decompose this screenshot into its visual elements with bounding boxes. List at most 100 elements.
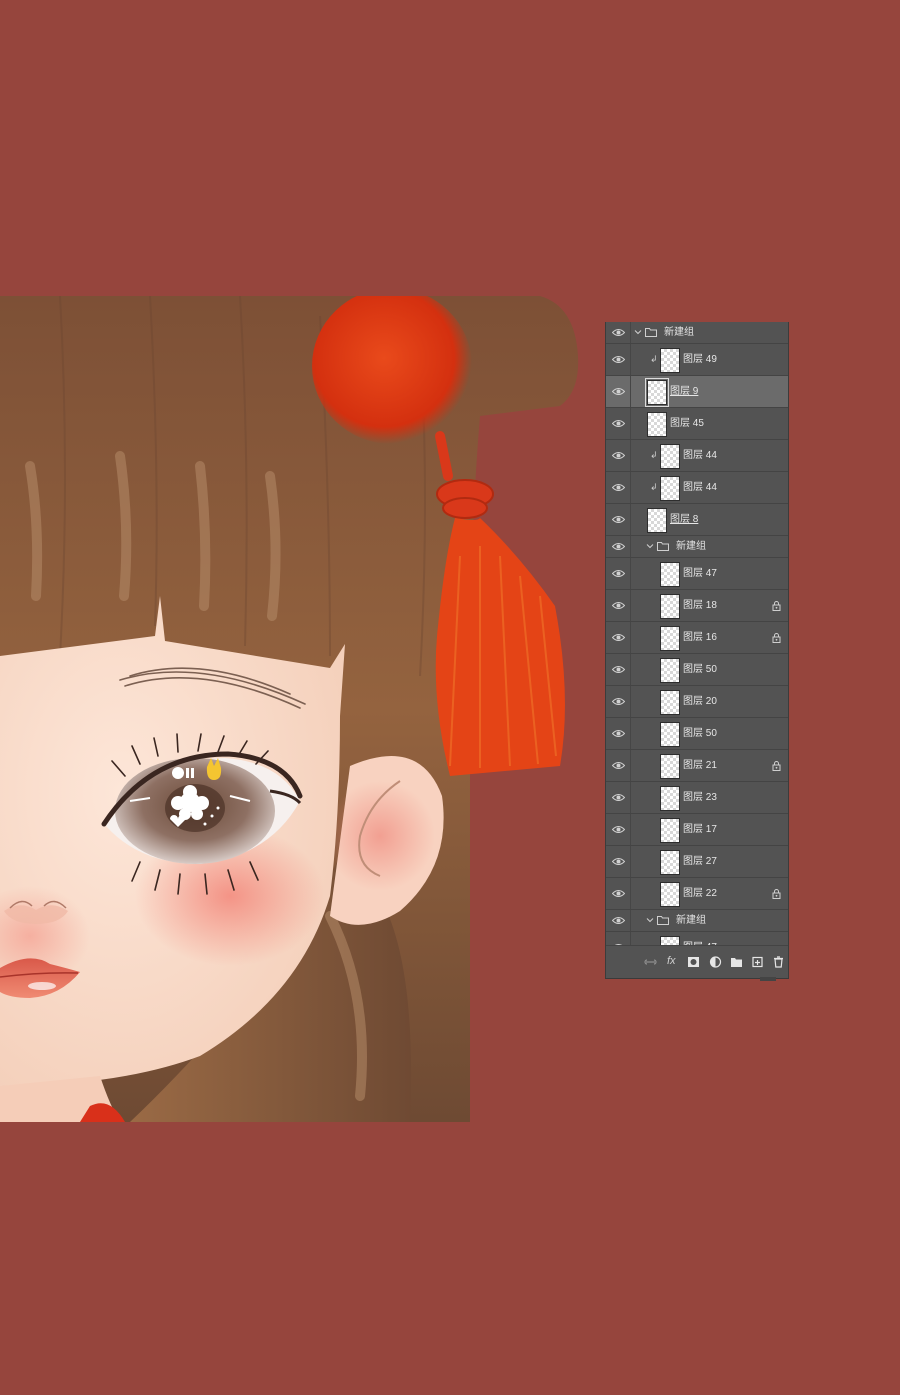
layer-row[interactable]: 图层 8 <box>606 504 788 536</box>
layer-row[interactable]: 图层 9 <box>606 376 788 408</box>
lock-icon <box>772 600 781 611</box>
row-divider <box>630 472 631 503</box>
layer-row[interactable]: ↲ 图层 49 <box>606 344 788 376</box>
eye-icon[interactable] <box>612 419 625 428</box>
lock-icon <box>772 888 781 899</box>
layer-name: 图层 9 <box>670 385 699 397</box>
row-divider <box>630 878 631 909</box>
layer-name: 图层 23 <box>683 791 717 803</box>
layer-row[interactable]: 图层 22 <box>606 878 788 910</box>
eye-icon[interactable] <box>612 601 625 610</box>
layer-thumbnail[interactable] <box>660 850 680 875</box>
row-divider <box>630 782 631 813</box>
layer-name: 图层 50 <box>683 663 717 675</box>
eye-icon[interactable] <box>612 515 625 524</box>
layer-name: 图层 16 <box>683 631 717 643</box>
layer-thumbnail[interactable] <box>660 690 680 715</box>
folder-icon <box>657 541 669 551</box>
layer-thumbnail[interactable] <box>660 754 680 779</box>
layer-row[interactable]: 图层 50 <box>606 654 788 686</box>
layer-list: 新建组 ↲ 图层 49 图层 9 图层 45 ↲ 图层 44 ↲ 图层 44 图层 8 新建组 图层 … <box>606 322 788 964</box>
layer-thumbnail[interactable] <box>660 476 680 501</box>
new-layer-icon[interactable] <box>751 956 764 968</box>
eye-icon[interactable] <box>612 451 625 460</box>
layer-row[interactable]: 图层 45 <box>606 408 788 440</box>
chevron-down-icon[interactable] <box>646 542 654 550</box>
layer-name: 图层 44 <box>683 481 717 493</box>
layer-thumbnail[interactable] <box>660 562 680 587</box>
layer-name: 图层 44 <box>683 449 717 461</box>
row-divider <box>630 590 631 621</box>
layer-name: 新建组 <box>664 326 694 338</box>
layer-group-row[interactable]: 新建组 <box>606 536 788 558</box>
layer-thumbnail[interactable] <box>647 412 667 437</box>
eye-icon[interactable] <box>612 355 625 364</box>
eye-icon[interactable] <box>612 633 625 642</box>
eye-icon[interactable] <box>612 387 625 396</box>
layer-row[interactable]: 图层 17 <box>606 814 788 846</box>
link-icon[interactable] <box>644 956 657 968</box>
eye-icon[interactable] <box>612 825 625 834</box>
layer-row[interactable]: 图层 18 <box>606 590 788 622</box>
eye-icon[interactable] <box>612 569 625 578</box>
eye-icon[interactable] <box>612 729 625 738</box>
layer-name: 图层 22 <box>683 887 717 899</box>
layer-group-row[interactable]: 新建组 <box>606 910 788 932</box>
layer-row[interactable]: ↲ 图层 44 <box>606 440 788 472</box>
eye-icon[interactable] <box>612 483 625 492</box>
chevron-down-icon[interactable] <box>646 916 654 924</box>
layer-thumbnail[interactable] <box>645 378 669 407</box>
layer-row[interactable]: 图层 23 <box>606 782 788 814</box>
layer-thumbnail[interactable] <box>660 658 680 683</box>
eye-icon[interactable] <box>612 761 625 770</box>
clipping-arrow-icon: ↲ <box>650 449 658 460</box>
layer-thumbnail[interactable] <box>660 722 680 747</box>
adjustment-icon[interactable] <box>709 956 722 968</box>
new-group-icon[interactable] <box>730 956 743 968</box>
row-divider <box>630 322 631 343</box>
row-divider <box>630 654 631 685</box>
row-divider <box>630 440 631 471</box>
layer-row[interactable]: 图层 27 <box>606 846 788 878</box>
layer-name: 图层 21 <box>683 759 717 771</box>
delete-icon[interactable] <box>772 956 785 968</box>
layer-row[interactable]: 图层 50 <box>606 718 788 750</box>
layer-name: 图层 47 <box>683 567 717 579</box>
row-divider <box>630 846 631 877</box>
folder-icon <box>645 327 657 337</box>
layer-name: 图层 49 <box>683 353 717 365</box>
eye-icon[interactable] <box>612 889 625 898</box>
folder-icon <box>657 915 669 925</box>
lock-icon <box>772 760 781 771</box>
layer-thumbnail[interactable] <box>660 348 680 373</box>
eye-icon[interactable] <box>612 697 625 706</box>
layer-thumbnail[interactable] <box>647 508 667 533</box>
chevron-down-icon[interactable] <box>634 328 642 336</box>
layer-row[interactable]: 图层 16 <box>606 622 788 654</box>
clipping-arrow-icon: ↲ <box>650 481 658 492</box>
layer-row[interactable]: ↲ 图层 44 <box>606 472 788 504</box>
eye-icon[interactable] <box>612 857 625 866</box>
layer-thumbnail[interactable] <box>660 626 680 651</box>
layer-thumbnail[interactable] <box>660 594 680 619</box>
eye-icon[interactable] <box>612 793 625 802</box>
eye-icon[interactable] <box>612 328 625 337</box>
layer-group-row[interactable]: 新建组 <box>606 322 788 344</box>
layer-thumbnail[interactable] <box>660 786 680 811</box>
mask-icon[interactable] <box>687 956 700 968</box>
layer-thumbnail[interactable] <box>660 818 680 843</box>
fx-icon[interactable]: fx <box>667 955 676 967</box>
layer-thumbnail[interactable] <box>660 882 680 907</box>
layer-row[interactable]: 图层 47 <box>606 558 788 590</box>
eye-icon[interactable] <box>612 542 625 551</box>
eye-icon[interactable] <box>612 916 625 925</box>
layer-name: 新建组 <box>676 914 706 926</box>
row-divider <box>630 344 631 375</box>
layer-row[interactable]: 图层 20 <box>606 686 788 718</box>
layer-row[interactable]: 图层 21 <box>606 750 788 782</box>
layer-name: 图层 18 <box>683 599 717 611</box>
eye-icon[interactable] <box>612 665 625 674</box>
layer-name: 图层 8 <box>670 513 699 525</box>
layer-thumbnail[interactable] <box>660 444 680 469</box>
panel-resize-grip[interactable] <box>760 977 776 981</box>
